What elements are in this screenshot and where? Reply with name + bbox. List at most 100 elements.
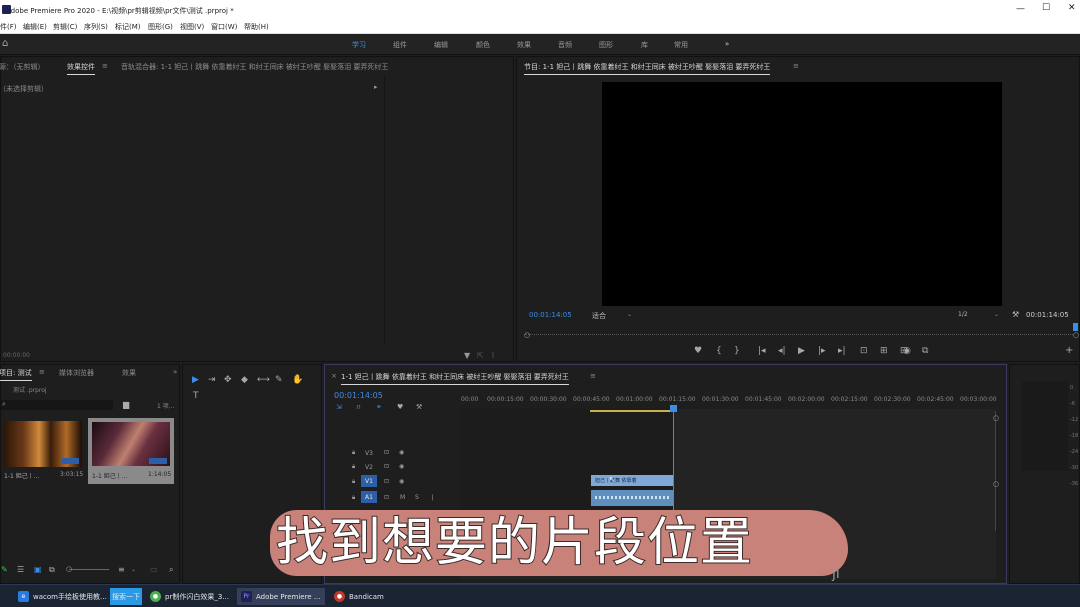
tab-audio-mixer[interactable]: 音轨混合器: 1-1 妲己丨跳舞 依靠着纣王 和纣王同床 被纣王吵醒 娶娶落泪 … (121, 62, 388, 72)
menu-clip[interactable]: 剪辑(C) (53, 22, 77, 32)
fit-select[interactable]: 适合 (592, 311, 606, 321)
expand-arrow-icon[interactable]: ▸ (374, 83, 378, 91)
mic-icon[interactable]: ❘ (430, 494, 435, 501)
multi-camera-icon[interactable]: ⧉ (922, 347, 928, 356)
new-bin-icon[interactable]: ▆ (123, 400, 129, 409)
pencil-icon[interactable]: ✎ (1, 565, 8, 574)
go-to-in-icon[interactable]: |◂ (758, 347, 766, 356)
solo-icon[interactable]: S (415, 494, 419, 501)
panel-more-icon[interactable]: » (173, 368, 177, 376)
timeline-sequence-tab[interactable]: 1-1 妲己丨跳舞 依靠着纣王 和纣王同床 被纣王吵醒 娶娶落泪 要弄死纣王 (341, 372, 569, 385)
program-scrubber[interactable] (525, 327, 1073, 335)
program-current-time[interactable]: 00:01:14:05 (529, 311, 572, 319)
playhead-end-marker[interactable] (1073, 323, 1078, 331)
tab-source[interactable]: 源：（无剪辑） (0, 62, 45, 72)
minimize-button[interactable]: — (1016, 4, 1025, 14)
v-scroll-bottom-icon[interactable]: ○ (993, 480, 999, 488)
tab-effects[interactable]: 效果 (122, 368, 136, 378)
menu-window[interactable]: 窗口(W) (211, 22, 237, 32)
workspace-audio[interactable]: 音频 (558, 40, 572, 50)
zoom-slider-handle-icon[interactable]: ○ (66, 565, 72, 573)
maximize-button[interactable]: ☐ (1042, 3, 1050, 13)
freeform-view-icon[interactable]: ⧉ (49, 565, 55, 575)
lock-icon[interactable]: 🔒︎ (352, 463, 355, 471)
mark-out-icon[interactable]: } (734, 347, 740, 356)
lock-icon[interactable]: 🔒︎ (352, 449, 355, 457)
mark-in-icon[interactable]: { (716, 347, 722, 356)
export-frame-icon[interactable]: ◉ (903, 347, 911, 356)
workspace-color[interactable]: 颜色 (476, 40, 490, 50)
settings-wrench-icon[interactable]: ⚒ (1012, 310, 1019, 319)
linked-selection-icon[interactable]: ⚭ (376, 404, 382, 411)
sync-icon[interactable]: ⊡ (384, 494, 389, 501)
in-out-range-bar[interactable] (590, 410, 674, 412)
workspace-editing[interactable]: 编辑 (434, 40, 448, 50)
menu-file[interactable]: 件(F) (0, 22, 17, 32)
home-icon[interactable]: ⌂ (2, 39, 8, 49)
program-menu-icon[interactable]: ≡ (793, 62, 799, 70)
timeline-close-icon[interactable]: × (331, 372, 337, 380)
sort-icon[interactable]: ≡ (118, 565, 125, 574)
hand-tool-icon[interactable]: ✋ (292, 376, 303, 385)
close-button[interactable]: ✕ (1068, 3, 1076, 13)
play-icon[interactable]: ▶ (798, 347, 805, 356)
sync-icon[interactable]: ⊡ (384, 463, 389, 470)
resolution-select[interactable]: 1/2 (958, 311, 968, 318)
timeline-menu-icon[interactable]: ≡ (590, 372, 596, 380)
export-icon[interactable]: ⇱ (477, 351, 484, 360)
filter-icon[interactable]: ▼ (464, 351, 470, 360)
type-tool-icon[interactable]: T (193, 392, 199, 401)
taskbar-bandicam[interactable]: ● Bandicam (330, 588, 400, 605)
resolution-dropdown-icon[interactable]: ⌄ (994, 311, 999, 318)
sort-dropdown-icon[interactable]: ⌄ (131, 566, 136, 573)
menu-marker[interactable]: 标记(M) (115, 22, 141, 32)
menu-edit[interactable]: 编辑(E) (23, 22, 47, 32)
zoom-slider[interactable] (69, 569, 109, 570)
add-marker-timeline-icon[interactable]: ♥ (397, 404, 403, 411)
track-label-a1[interactable]: A1 (365, 494, 373, 501)
pen-tool-icon[interactable]: ✎ (275, 376, 283, 385)
selection-tool-icon[interactable]: ▶ (192, 376, 199, 385)
razor-tool-icon[interactable]: ◆ (241, 376, 248, 385)
step-forward-icon[interactable]: |▸ (818, 347, 826, 356)
lock-icon[interactable]: 🔒︎ (352, 494, 355, 502)
project-menu-icon[interactable]: ≡ (39, 368, 45, 376)
lift-icon[interactable]: ⊡ (860, 347, 868, 356)
track-select-tool-icon[interactable]: ⇥ (208, 376, 216, 385)
slip-tool-icon[interactable]: ⟷ (257, 376, 270, 385)
v-scroll-top-icon[interactable]: ○ (993, 414, 999, 422)
v-scrollbar[interactable] (995, 411, 1000, 531)
button-editor-icon[interactable]: + (1065, 346, 1073, 356)
step-back-icon[interactable]: ◂| (778, 347, 786, 356)
timeline-settings-icon[interactable]: ⚒ (416, 404, 422, 411)
playhead-start-icon[interactable]: ○ (524, 331, 530, 339)
workspace-assembly[interactable]: 组件 (393, 40, 407, 50)
taskbar-browser-flash[interactable]: ● pr制作闪白效果_3... (146, 588, 232, 605)
menu-view[interactable]: 视图(V) (180, 22, 204, 32)
add-marker-icon[interactable]: ♥ (694, 347, 702, 356)
fit-dropdown-icon[interactable]: ⌄ (627, 311, 632, 318)
menu-graphics[interactable]: 图形(G) (148, 22, 173, 32)
eye-icon[interactable]: ◉ (399, 449, 404, 456)
timeline-current-time[interactable]: 00:01:14:05 (334, 391, 383, 400)
playhead-handle[interactable] (670, 405, 677, 412)
workspace-libraries[interactable]: 库 (641, 40, 648, 50)
project-search-input[interactable] (1, 400, 113, 410)
list-view-icon[interactable]: ☰ (17, 565, 24, 574)
workspace-more[interactable]: » (725, 40, 729, 48)
track-label-v3[interactable]: V3 (365, 450, 373, 457)
menu-help[interactable]: 帮助(H) (244, 22, 269, 32)
sync-icon[interactable]: ⊡ (384, 478, 389, 485)
go-to-out-icon[interactable]: ▸| (838, 347, 846, 356)
track-label-v2[interactable]: V2 (365, 464, 373, 471)
find-icon[interactable]: ⌕ (169, 565, 173, 575)
lock-icon[interactable]: 🔒︎ (352, 478, 355, 486)
automate-icon[interactable]: ▭ (150, 565, 158, 574)
tab-media-browser[interactable]: 媒体浏览器 (59, 368, 94, 378)
menu-sequence[interactable]: 序列(S) (84, 22, 108, 32)
icon-view-icon[interactable]: ▣ (34, 565, 42, 574)
ripple-edit-tool-icon[interactable]: ✥ (224, 376, 232, 385)
snap-icon[interactable]: ∩ (356, 404, 361, 411)
eye-icon[interactable]: ◉ (399, 478, 404, 485)
playhead-end-icon[interactable]: ○ (1073, 331, 1079, 339)
